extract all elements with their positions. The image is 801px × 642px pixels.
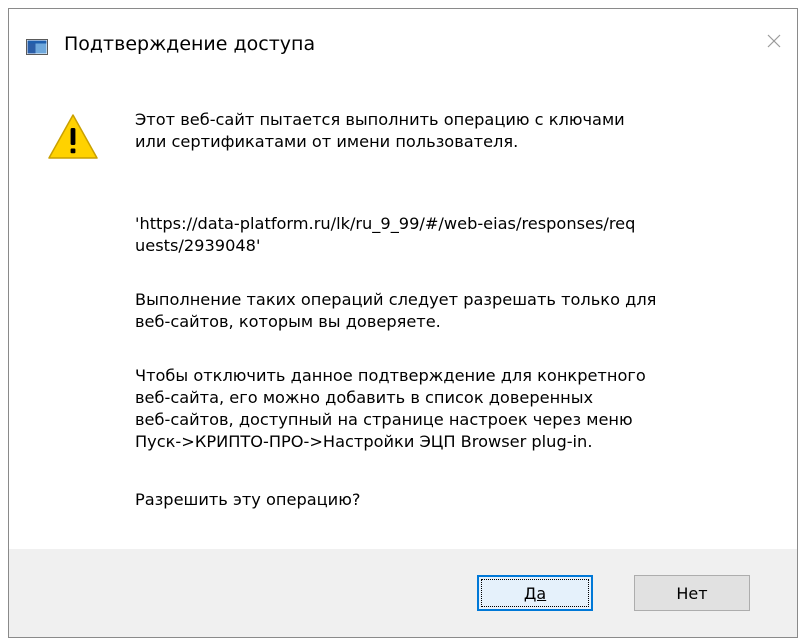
confirm-access-dialog: Подтверждение доступа Этот веб-сайт пыта… <box>8 8 798 638</box>
focus-ring <box>481 579 589 607</box>
no-button-label: Нет <box>676 583 708 603</box>
warning-icon <box>47 113 99 161</box>
disable-instructions-paragraph: Чтобы отключить данное подтверждение для… <box>135 365 646 453</box>
trust-warning-line: Выполнение таких операций следует разреш… <box>135 290 657 309</box>
instructions-line: Чтобы отключить данное подтверждение для… <box>135 366 646 385</box>
window-title: Подтверждение доступа <box>64 33 316 55</box>
title-bar[interactable]: Подтверждение доступа <box>9 9 797 71</box>
button-bar: Да Нет <box>9 549 797 637</box>
site-url-line: 'https://data-platform.ru/lk/ru_9_99/#/w… <box>135 214 636 233</box>
close-button[interactable] <box>751 25 797 61</box>
question-paragraph: Разрешить эту операцию? <box>135 489 360 511</box>
trust-warning-paragraph: Выполнение таких операций следует разреш… <box>135 289 656 333</box>
window-app-icon <box>26 39 48 55</box>
instructions-line: Пуск->КРИПТО-ПРО->Настройки ЭЦП Browser … <box>135 432 593 451</box>
intro-paragraph: Этот веб-сайт пытается выполнить операци… <box>135 109 625 153</box>
intro-line: Этот веб-сайт пытается выполнить операци… <box>135 110 625 129</box>
no-button[interactable]: Нет <box>634 575 750 611</box>
instructions-line: веб-сайта, его можно добавить в список д… <box>135 388 594 407</box>
site-url-line: uests/2939048' <box>135 236 261 255</box>
question-text: Разрешить эту операцию? <box>135 490 361 509</box>
instructions-line: веб-сайтов, доступный на странице настро… <box>135 410 633 429</box>
close-icon <box>766 33 782 53</box>
trust-warning-line: веб-сайтов, которым вы доверяете. <box>135 312 441 331</box>
intro-line: или сертификатами от имени пользователя. <box>135 132 519 151</box>
site-url-paragraph: 'https://data-platform.ru/lk/ru_9_99/#/w… <box>135 213 635 257</box>
yes-button[interactable]: Да <box>477 575 593 611</box>
